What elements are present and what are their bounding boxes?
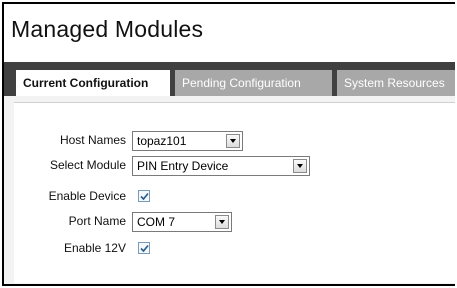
select-module-value: PIN Entry Device	[137, 159, 229, 173]
host-names-value: topaz101	[137, 134, 187, 148]
chevron-down-icon[interactable]	[226, 134, 240, 148]
tab-current-configuration[interactable]: Current Configuration	[16, 70, 170, 96]
port-name-label: Port Name	[68, 214, 126, 228]
managed-modules-panel: Managed Modules Current Configuration Pe…	[2, 2, 455, 286]
select-module-label: Select Module	[49, 158, 126, 172]
enable-12v-label: Enable 12V	[63, 241, 126, 255]
host-names-select[interactable]: topaz101	[132, 131, 243, 151]
host-names-label: Host Names	[59, 133, 126, 147]
chevron-down-icon[interactable]	[215, 215, 229, 229]
select-module-select[interactable]: PIN Entry Device	[132, 156, 310, 176]
checkmark-icon	[140, 244, 149, 253]
page-title: Managed Modules	[11, 16, 204, 42]
enable-device-checkbox[interactable]	[138, 190, 150, 202]
enable-12v-checkbox[interactable]	[138, 242, 150, 254]
configuration-form: Host Names topaz101 Select Module PIN En…	[14, 102, 455, 283]
tab-system-resources[interactable]: System Resources	[337, 70, 455, 96]
port-name-value: COM 7	[137, 215, 176, 229]
tab-pending-configuration[interactable]: Pending Configuration	[175, 70, 332, 96]
enable-device-label: Enable Device	[48, 189, 126, 203]
chevron-down-icon[interactable]	[293, 159, 307, 173]
port-name-select[interactable]: COM 7	[132, 212, 232, 232]
tab-bar: Current Configuration Pending Configurat…	[4, 62, 455, 96]
tab-content-area: Host Names topaz101 Select Module PIN En…	[4, 96, 455, 284]
checkmark-icon	[140, 192, 149, 201]
